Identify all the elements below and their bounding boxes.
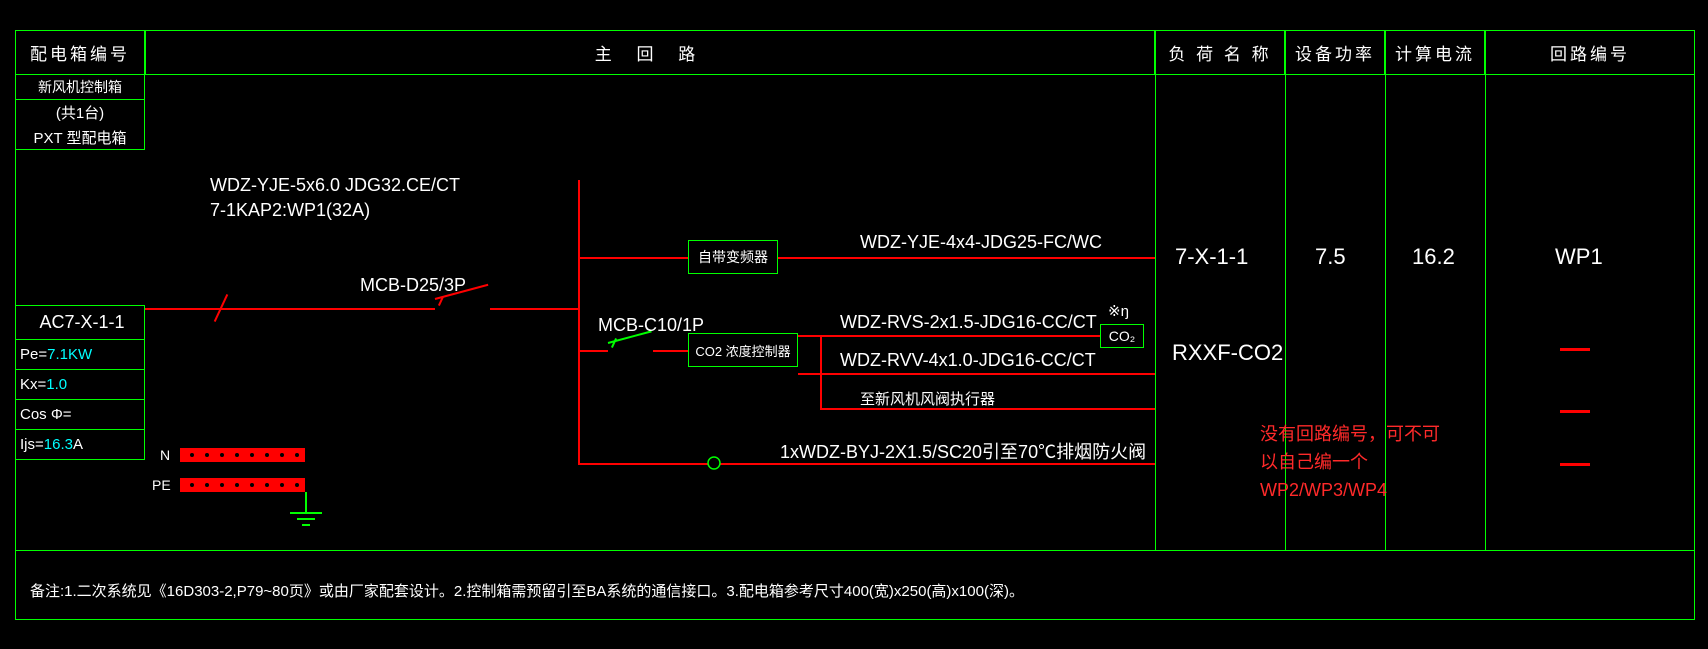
busbar-n bbox=[180, 448, 305, 462]
row1-loop: WP1 bbox=[1555, 244, 1603, 270]
kx-row: Kx= 1.0 bbox=[15, 370, 145, 400]
row1-current: 16.2 bbox=[1412, 244, 1455, 270]
panel-type-1: 新风机控制箱 bbox=[15, 75, 145, 100]
co2-sensor-box: CO₂ bbox=[1100, 324, 1144, 348]
wire-branch3-drop bbox=[820, 373, 822, 410]
ground-lead bbox=[305, 492, 307, 514]
co2-sensor-top-label: ※ŋ bbox=[1108, 302, 1129, 320]
hdr-current: 计算电流 bbox=[1385, 30, 1485, 75]
ijs-label: Ijs= bbox=[20, 436, 44, 453]
wire-incoming bbox=[145, 308, 425, 310]
cable1-label: WDZ-YJE-4x4-JDG25-FC/WC bbox=[860, 232, 1102, 253]
pe-row: Pe= 7.1KW bbox=[15, 340, 145, 370]
cos-label: Cos Φ= bbox=[20, 406, 72, 423]
wire-co2-out-bot-stub bbox=[798, 373, 822, 375]
co2-controller-box: CO2 浓度控制器 bbox=[688, 333, 798, 367]
mcb-sub-label: MCB-C10/1P bbox=[598, 315, 704, 336]
mcb-main-stub-l bbox=[425, 308, 435, 310]
annot-l2: 以自己编一个 bbox=[1260, 448, 1440, 476]
wire-branch2-mid bbox=[653, 350, 688, 352]
cable3-label: WDZ-RVV-4x1.0-JDG16-CC/CT bbox=[840, 350, 1096, 371]
hdr-loop-no: 回路编号 bbox=[1485, 30, 1695, 75]
wire-after-mcb bbox=[490, 308, 580, 310]
row1-load: 7-X-1-1 bbox=[1175, 244, 1248, 270]
footer-separator bbox=[15, 550, 1695, 551]
annotation-note: 没有回路编号，可不可 以自己编一个 WP2/WP3/WP4 bbox=[1260, 420, 1440, 504]
incoming-cable-label: WDZ-YJE-5x6.0 JDG32.CE/CT bbox=[210, 175, 460, 196]
annot-l1: 没有回路编号，可不可 bbox=[1260, 420, 1440, 448]
pe-label: Pe= bbox=[20, 346, 47, 363]
n-label: N bbox=[160, 447, 170, 463]
wire-vertical-trunk bbox=[578, 180, 580, 465]
wire-branch1-l bbox=[578, 257, 688, 259]
branch3-note: 至新风机风阀执行器 bbox=[860, 388, 995, 409]
footer-note: 备注:1.二次系统见《16D303-2,P79~80页》或由厂家配套设计。2.控… bbox=[30, 580, 1024, 601]
col-divider-4 bbox=[1485, 75, 1486, 550]
hdr-main-circuit: 主 回 路 bbox=[145, 30, 1155, 75]
side-panel: 新风机控制箱 (共1台) PXT 型配电箱 bbox=[15, 75, 145, 150]
wire-branch4-l bbox=[578, 463, 708, 465]
wire-co2-split-v bbox=[820, 335, 822, 375]
annot-l3: WP2/WP3/WP4 bbox=[1260, 476, 1440, 504]
ijs-unit: A bbox=[73, 436, 83, 453]
wire-branch2a bbox=[820, 335, 1100, 337]
pe-label: PE bbox=[152, 477, 171, 493]
wire-branch2b bbox=[820, 373, 1155, 375]
hdr-load-name: 负 荷 名 称 bbox=[1155, 30, 1285, 75]
wire-co2-out-top-stub bbox=[798, 335, 822, 337]
panel-id-label: AC7-X-1-1 bbox=[15, 305, 145, 340]
pe-value: 7.1KW bbox=[47, 346, 92, 363]
ijs-row: Ijs= 16.3 A bbox=[15, 430, 145, 460]
panel-qty: (共1台) bbox=[15, 100, 145, 125]
mcb-main-label: MCB-D25/3P bbox=[360, 275, 466, 296]
loop-dash-3 bbox=[1560, 463, 1590, 466]
row1-power: 7.5 bbox=[1315, 244, 1346, 270]
loop-dash-1 bbox=[1560, 348, 1590, 351]
ijs-value: 16.3 bbox=[44, 436, 73, 453]
wire-branch2-stub bbox=[578, 350, 608, 352]
hdr-power: 设备功率 bbox=[1285, 30, 1385, 75]
cable2-label: WDZ-RVS-2x1.5-JDG16-CC/CT bbox=[840, 312, 1097, 333]
panel-type-2: PXT 型配电箱 bbox=[15, 125, 145, 150]
cos-row: Cos Φ= bbox=[15, 400, 145, 430]
kx-label: Kx= bbox=[20, 376, 46, 393]
kx-value: 1.0 bbox=[46, 376, 67, 393]
cable4-label: 1xWDZ-BYJ-2X1.5/SC20引至70℃排烟防火阀 bbox=[780, 438, 1146, 464]
hdr-panel-id: 配电箱编号 bbox=[15, 30, 145, 75]
busbar-pe bbox=[180, 478, 305, 492]
wire-branch1-r bbox=[778, 257, 1155, 259]
incoming-source-label: 7-1KAP2:WP1(32A) bbox=[210, 200, 370, 221]
inverter-box: 自带变频器 bbox=[688, 240, 778, 274]
col-divider-1 bbox=[1155, 75, 1156, 550]
row2-load: RXXF-CO2 bbox=[1172, 340, 1283, 366]
fire-damper-node-icon bbox=[706, 455, 722, 471]
loop-dash-2 bbox=[1560, 410, 1590, 413]
